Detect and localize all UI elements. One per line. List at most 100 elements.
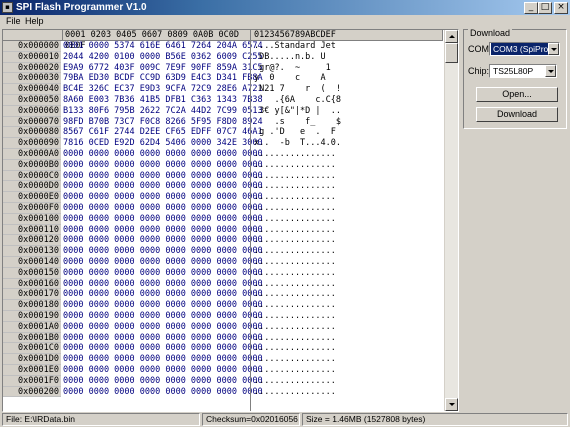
- row-hex[interactable]: 0000 0000 0000 0000 0000 0000 0000 0000: [63, 214, 263, 225]
- minimize-icon[interactable]: _: [524, 2, 538, 14]
- table-row[interactable]: 0x000040 BC4E 326C EC37 E9D3 9CFA 72C9 28…: [3, 84, 443, 95]
- row-ascii[interactable]: ................: [254, 171, 368, 182]
- scroll-up-button[interactable]: [445, 30, 458, 43]
- row-ascii[interactable]: ................: [254, 257, 368, 268]
- row-hex[interactable]: 0000 0000 0000 0000 0000 0000 0000 0000: [63, 365, 263, 376]
- table-row[interactable]: 0x0000A0 0000 0000 0000 0000 0000 0000 00…: [3, 148, 443, 160]
- chip-dropdown-button[interactable]: [545, 65, 556, 77]
- app-icon[interactable]: ▪: [2, 2, 13, 13]
- row-ascii[interactable]: ................: [254, 343, 368, 354]
- com-dropdown-button[interactable]: [548, 43, 559, 55]
- row-hex[interactable]: 0001 0000 5374 616E 6461 7264 204A 6574: [63, 41, 263, 52]
- row-ascii[interactable]: gr@?. ~ 1: [254, 63, 368, 74]
- row-hex[interactable]: 79BA ED30 BCDF CC9D 63D9 E4C3 D341 FB8A: [63, 73, 263, 84]
- scroll-down-button[interactable]: [445, 398, 458, 411]
- row-ascii[interactable]: DB.....n.b. U: [254, 52, 368, 63]
- row-ascii[interactable]: 3€ y[&"|*D | ..: [254, 106, 368, 117]
- row-ascii[interactable]: ................: [254, 300, 368, 311]
- row-ascii[interactable]: ................: [254, 160, 368, 171]
- row-ascii[interactable]: ................: [254, 214, 368, 225]
- row-hex[interactable]: 8567 C61F 2744 D2EE CF65 EDFF 07C7 46A1: [63, 127, 263, 138]
- close-icon[interactable]: ×: [554, 2, 568, 14]
- row-ascii[interactable]: ................: [254, 268, 368, 279]
- table-row[interactable]: 0x000010 2044 4200 0100 0000 B56E 0362 60…: [3, 51, 443, 63]
- row-hex[interactable]: 0000 0000 0000 0000 0000 0000 0000 0000: [63, 387, 263, 398]
- table-row[interactable]: 0x000110 0000 0000 0000 0000 0000 0000 00…: [3, 224, 443, 236]
- row-hex[interactable]: 0000 0000 0000 0000 0000 0000 0000 0000: [63, 257, 263, 268]
- row-hex[interactable]: 0000 0000 0000 0000 0000 0000 0000 0000: [63, 376, 263, 387]
- table-row[interactable]: 0x000000 0001 0000 5374 616E 6461 7264 20…: [3, 41, 443, 52]
- row-ascii[interactable]: ................: [254, 192, 368, 203]
- row-ascii[interactable]: y 0 c A: [254, 73, 368, 84]
- row-hex[interactable]: 0000 0000 0000 0000 0000 0000 0000 0000: [63, 235, 263, 246]
- row-hex[interactable]: 0000 0000 0000 0000 0000 0000 0000 0000: [63, 279, 263, 290]
- table-row[interactable]: 0x000060 B133 80F6 795B 2622 7C2A 44D2 7C…: [3, 105, 443, 117]
- row-hex[interactable]: 0000 0000 0000 0000 0000 0000 0000 0000: [63, 333, 263, 344]
- menu-help[interactable]: Help: [25, 16, 44, 26]
- table-row[interactable]: 0x000150 0000 0000 0000 0000 0000 0000 00…: [3, 267, 443, 279]
- table-row[interactable]: 0x000050 8A60 E003 7B36 41B5 DFB1 C363 13…: [3, 94, 443, 106]
- row-ascii[interactable]: ` .{6A c.C{8: [254, 95, 368, 106]
- table-row[interactable]: 0x0000D0 0000 0000 0000 0000 0000 0000 00…: [3, 181, 443, 193]
- table-row[interactable]: 0x0000E0 0000 0000 0000 0000 0000 0000 00…: [3, 192, 443, 203]
- row-ascii[interactable]: ................: [254, 235, 368, 246]
- table-row[interactable]: 0x000180 0000 0000 0000 0000 0000 0000 00…: [3, 300, 443, 311]
- com-select[interactable]: COM3 (SpiProg): [489, 42, 560, 56]
- row-hex[interactable]: 0000 0000 0000 0000 0000 0000 0000 0000: [63, 181, 263, 192]
- row-hex[interactable]: 0000 0000 0000 0000 0000 0000 0000 0000: [63, 343, 263, 354]
- table-row[interactable]: 0x000030 79BA ED30 BCDF CC9D 63D9 E4C3 D3…: [3, 73, 443, 85]
- table-row[interactable]: 0x000080 8567 C61F 2744 D2EE CF65 EDFF 07…: [3, 127, 443, 139]
- table-row[interactable]: 0x000200 0000 0000 0000 0000 0000 0000 00…: [3, 386, 443, 398]
- row-ascii[interactable]: ....Standard Jet: [254, 41, 368, 52]
- row-hex[interactable]: 8A60 E003 7B36 41B5 DFB1 C363 1343 7B38: [63, 95, 263, 106]
- row-ascii[interactable]: ................: [254, 387, 368, 398]
- table-row[interactable]: 0x000130 0000 0000 0000 0000 0000 0000 00…: [3, 246, 443, 257]
- vertical-scrollbar[interactable]: [444, 30, 458, 411]
- row-ascii[interactable]: ................: [254, 376, 368, 387]
- table-row[interactable]: 0x0000C0 0000 0000 0000 0000 0000 0000 00…: [3, 170, 443, 182]
- table-row[interactable]: 0x0001B0 0000 0000 0000 0000 0000 0000 00…: [3, 332, 443, 344]
- row-hex[interactable]: 0000 0000 0000 0000 0000 0000 0000 0000: [63, 300, 263, 311]
- table-row[interactable]: 0x0001F0 0000 0000 0000 0000 0000 0000 00…: [3, 375, 443, 387]
- table-row[interactable]: 0x000160 0000 0000 0000 0000 0000 0000 00…: [3, 278, 443, 290]
- row-ascii[interactable]: ................: [254, 333, 368, 344]
- title-bar[interactable]: ▪ SPI Flash Programmer V1.0 _ □ ×: [0, 0, 570, 15]
- row-ascii[interactable]: .s f_ $: [254, 117, 368, 128]
- open-button[interactable]: Open...: [476, 87, 558, 102]
- download-button[interactable]: Download: [476, 107, 558, 122]
- row-hex[interactable]: 0000 0000 0000 0000 0000 0000 0000 0000: [63, 246, 263, 257]
- row-ascii[interactable]: ................: [254, 246, 368, 257]
- menu-file[interactable]: File: [6, 16, 21, 26]
- row-hex[interactable]: 0000 0000 0000 0000 0000 0000 0000 0000: [63, 171, 263, 182]
- row-hex[interactable]: 0000 0000 0000 0000 0000 0000 0000 0000: [63, 192, 263, 203]
- row-hex[interactable]: 0000 0000 0000 0000 0000 0000 0000 0000: [63, 203, 263, 214]
- table-row[interactable]: 0x000120 0000 0000 0000 0000 0000 0000 00…: [3, 235, 443, 247]
- row-ascii[interactable]: ................: [254, 311, 368, 322]
- table-row[interactable]: 0x000100 0000 0000 0000 0000 0000 0000 00…: [3, 213, 443, 225]
- scroll-thumb[interactable]: [445, 43, 458, 63]
- row-hex[interactable]: 0000 0000 0000 0000 0000 0000 0000 0000: [63, 225, 263, 236]
- row-ascii[interactable]: g .'D e . F: [254, 127, 368, 138]
- row-ascii[interactable]: ................: [254, 322, 368, 333]
- row-hex[interactable]: 2044 4200 0100 0000 B56E 0362 6009 C255: [63, 52, 263, 63]
- row-ascii[interactable]: ................: [254, 365, 368, 376]
- row-hex[interactable]: 0000 0000 0000 0000 0000 0000 0000 0000: [63, 322, 263, 333]
- table-row[interactable]: 0x0001D0 0000 0000 0000 0000 0000 0000 00…: [3, 354, 443, 365]
- row-ascii[interactable]: ................: [254, 203, 368, 214]
- row-ascii[interactable]: ................: [254, 289, 368, 300]
- table-row[interactable]: 0x000170 0000 0000 0000 0000 0000 0000 00…: [3, 289, 443, 301]
- table-row[interactable]: 0x0000F0 0000 0000 0000 0000 0000 0000 00…: [3, 202, 443, 214]
- row-hex[interactable]: 0000 0000 0000 0000 0000 0000 0000 0000: [63, 160, 263, 171]
- row-ascii[interactable]: N21 7 r ( !: [254, 84, 368, 95]
- row-hex[interactable]: 7816 0CED E92D 62D4 5406 0000 342E 3000: [63, 138, 263, 149]
- row-hex[interactable]: 0000 0000 0000 0000 0000 0000 0000 0000: [63, 311, 263, 322]
- table-row[interactable]: 0x000070 98FD B70B 73C7 F0C8 8266 5F95 F8…: [3, 116, 443, 128]
- row-hex[interactable]: 98FD B70B 73C7 F0C8 8266 5F95 F8D0 8924: [63, 117, 263, 128]
- chip-select[interactable]: TS25L80P: [489, 64, 557, 78]
- table-row[interactable]: 0x000090 7816 0CED E92D 62D4 5406 0000 34…: [3, 138, 443, 149]
- row-hex[interactable]: 0000 0000 0000 0000 0000 0000 0000 0000: [63, 289, 263, 300]
- row-ascii[interactable]: ................: [254, 279, 368, 290]
- row-ascii[interactable]: ................: [254, 354, 368, 365]
- row-hex[interactable]: 0000 0000 0000 0000 0000 0000 0000 0000: [63, 268, 263, 279]
- table-row[interactable]: 0x000140 0000 0000 0000 0000 0000 0000 00…: [3, 256, 443, 268]
